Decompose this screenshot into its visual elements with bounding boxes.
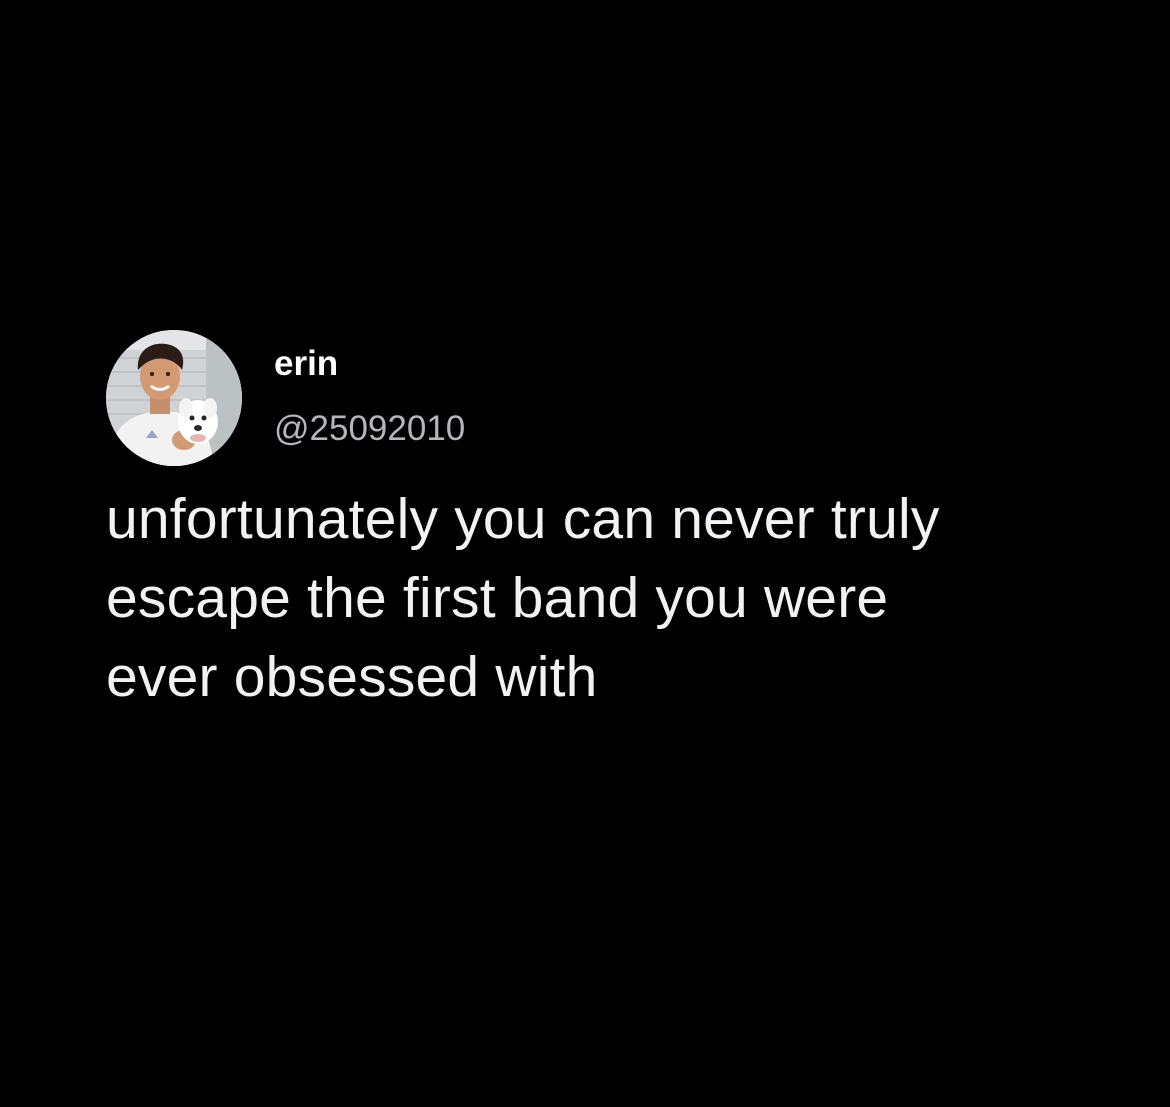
tweet-text: unfortunately you can never truly escape…	[106, 487, 940, 709]
user-handle[interactable]: @25092010	[274, 409, 465, 449]
profile-photo-icon	[106, 330, 242, 466]
tweet-header: erin @25092010	[106, 330, 1086, 466]
tweet-card: erin @25092010 unfortunately you can nev…	[106, 330, 1086, 717]
author-names: erin @25092010	[274, 344, 465, 449]
avatar[interactable]	[106, 330, 242, 466]
display-name[interactable]: erin	[274, 344, 465, 384]
